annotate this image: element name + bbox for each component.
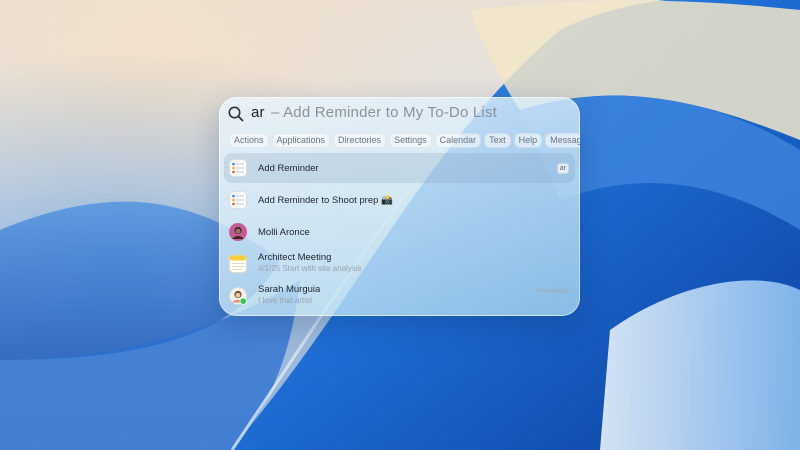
spotlight-panel: ar – Add Reminder to My To-Do List Actio…: [219, 97, 580, 316]
filter-bar: Actions Applications Directories Settings Ca…: [229, 133, 580, 149]
filter-chip-applications[interactable]: Applications: [271, 133, 331, 148]
filter-chip-help[interactable]: Help: [513, 133, 543, 148]
messages-avatar-icon: [229, 287, 247, 305]
result-title: Add Reminder to Shoot prep 📸: [258, 195, 393, 206]
filter-chip-calendar[interactable]: Calendar: [434, 133, 482, 148]
result-row-add-reminder-shoot-prep[interactable]: Add Reminder to Shoot prep 📸: [224, 185, 575, 215]
filter-chip-messages[interactable]: Messag: [545, 133, 580, 148]
notes-app-icon: [229, 255, 247, 273]
reminders-app-icon: [229, 159, 247, 177]
contact-avatar-icon: [229, 223, 247, 241]
reminders-app-icon: [229, 191, 247, 209]
result-timestamp: Yesterday: [535, 286, 569, 295]
result-row-contact[interactable]: Molli Aronce: [224, 217, 575, 247]
result-title: Add Reminder: [258, 163, 319, 174]
result-subtitle: I love that artist: [258, 296, 313, 305]
result-row-message[interactable]: Sarah Murguia I love that artist Yesterd…: [224, 281, 575, 311]
result-row-note[interactable]: Architect Meeting 4/1/25 Start with site…: [224, 249, 575, 279]
filter-chip-text[interactable]: Text: [484, 133, 511, 148]
filter-chip-directories[interactable]: Directories: [333, 133, 387, 148]
search-bar[interactable]: ar – Add Reminder to My To-Do List: [219, 97, 580, 129]
search-input[interactable]: ar: [251, 104, 265, 121]
result-title: Molli Aronce: [258, 227, 310, 238]
result-title: Architect Meeting: [258, 252, 332, 263]
autocomplete-suggestion: – Add Reminder to My To-Do List: [271, 104, 498, 121]
filter-chip-settings[interactable]: Settings: [389, 133, 432, 148]
result-row-add-reminder[interactable]: Add Reminder ar: [224, 153, 575, 183]
filter-chip-actions[interactable]: Actions: [229, 133, 269, 148]
search-icon: [228, 106, 244, 122]
shortcut-badge: ar: [556, 163, 569, 174]
result-title: Sarah Murguia: [258, 284, 321, 295]
result-subtitle: 4/1/25 Start with site analysis: [258, 264, 362, 273]
